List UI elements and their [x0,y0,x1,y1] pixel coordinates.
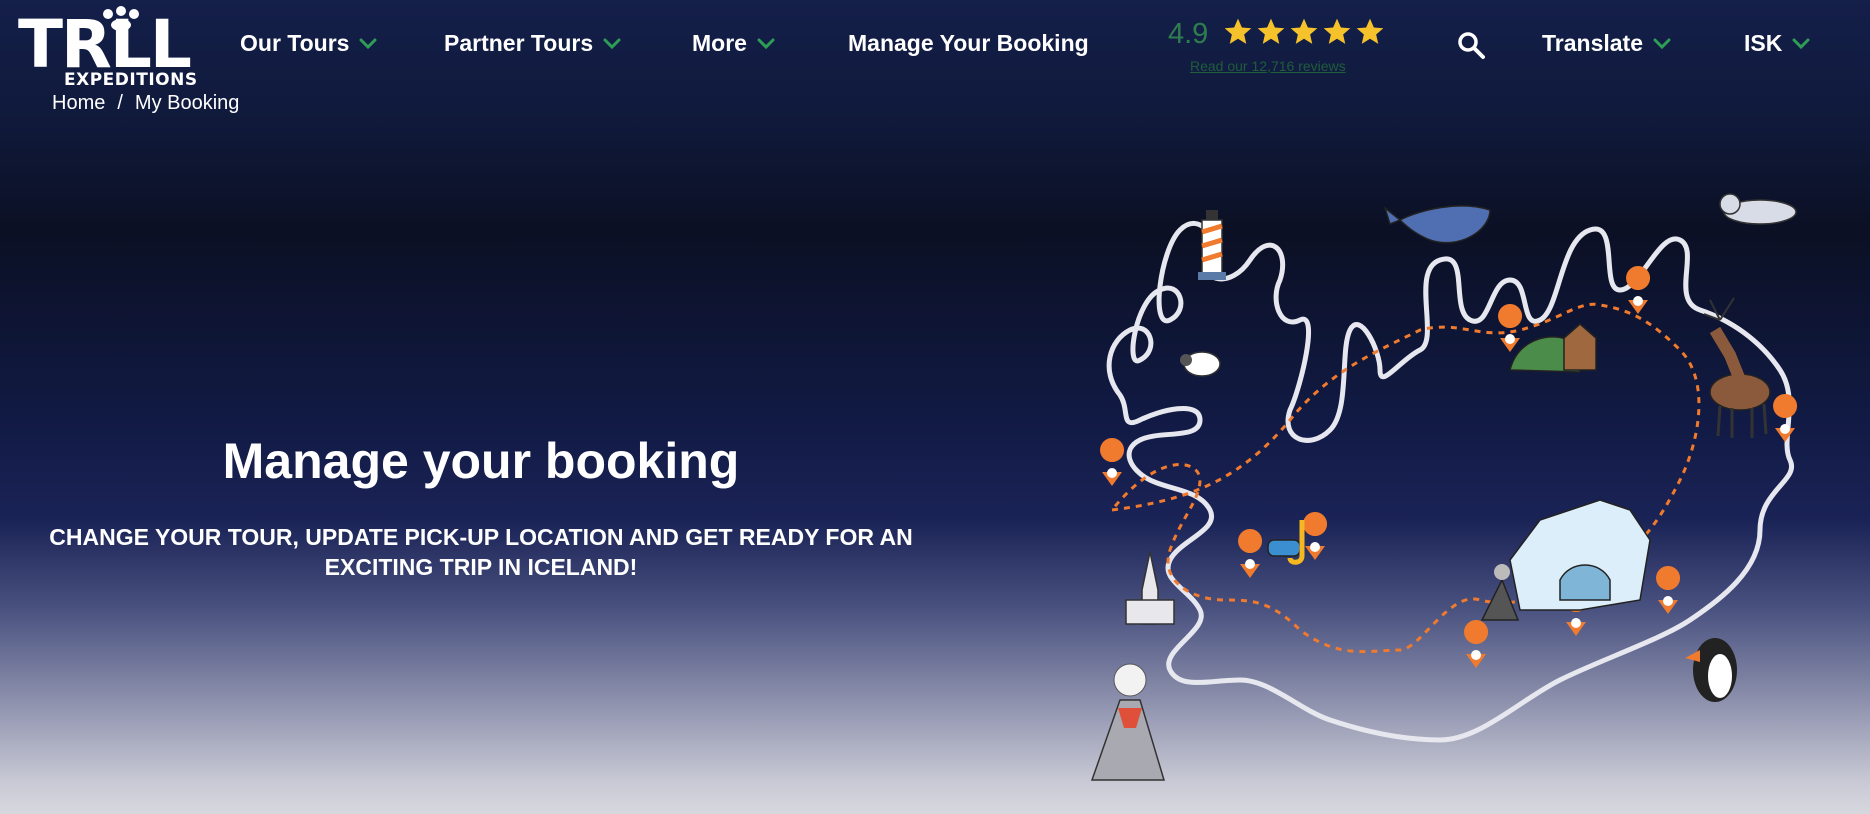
map-pin-icon [1656,566,1681,614]
map-pin-icon [1238,529,1263,578]
map-pin-icon [1626,266,1651,314]
chevron-down-icon [1653,38,1671,49]
star-icon [1323,18,1351,44]
breadcrumb-separator: / [117,92,123,114]
nav-more[interactable]: More [692,30,775,57]
whale-icon [1383,205,1491,244]
map-pin-icon [1303,512,1328,560]
iceland-outline [1106,221,1795,743]
search-icon[interactable] [1456,30,1486,60]
nav-our-tours[interactable]: Our Tours [240,30,377,57]
chevron-down-icon [757,38,775,49]
nav-our-tours-label: Our Tours [240,30,350,56]
chevron-down-icon [359,38,377,49]
map-pin-icon [1498,304,1523,352]
rating-score: 4.9 [1168,18,1209,50]
rating-stars [1222,16,1386,48]
translate-label: Translate [1542,30,1643,56]
page-title: Manage your booking [222,433,740,489]
reindeer-icon [1703,297,1771,438]
map-pin-icon [1773,394,1798,442]
currency-label: ISK [1744,30,1783,56]
star-icon [1257,18,1285,44]
chevron-down-icon [603,38,621,49]
map-pin-icon [1100,438,1125,486]
iceland-route-illustration [1090,193,1798,781]
nav-more-label: More [692,30,747,56]
currency-dropdown[interactable]: ISK [1744,30,1810,57]
breadcrumb-home-link[interactable]: Home [52,92,105,115]
turf-house-icon [1509,323,1597,373]
page-subtitle: CHANGE YOUR TOUR, UPDATE PICK-UP LOCATIO… [48,522,914,582]
translate-dropdown[interactable]: Translate [1542,30,1671,57]
nav-manage-booking[interactable]: Manage Your Booking [848,30,1089,57]
star-icon [1224,18,1252,44]
ice-cave-icon [1509,499,1651,611]
rating-widget: 4.9 Read our 12,716 reviews [1168,14,1384,80]
troll-expeditions-logo[interactable]: TRLL EXPEDITIONS [18,6,224,90]
nav-partner-tours-label: Partner Tours [444,30,594,56]
lighthouse-icon [1198,210,1226,280]
page-subtitle-line-2: EXCITING TRIP IN ICELAND! [324,554,638,580]
paw-icon [103,6,139,31]
logo-subtitle: EXPEDITIONS [64,70,198,90]
puffin-icon [1685,638,1737,702]
chevron-down-icon [1792,38,1810,49]
snorkel-icon [1267,520,1305,565]
seal-icon [1719,193,1797,225]
map-pin-icon [1464,620,1489,668]
nav-partner-tours[interactable]: Partner Tours [444,30,621,57]
star-icon [1290,18,1318,44]
site-header: TRLL EXPEDITIONS Our Tours Partner Tours… [0,0,1870,92]
nav-manage-booking-label: Manage Your Booking [848,30,1089,56]
volcano-icon [1090,663,1166,781]
sheep-icon [1180,351,1221,377]
star-icon [1356,18,1384,44]
breadcrumb: Home / My Booking [52,92,239,115]
reviews-link[interactable]: Read our 12,716 reviews [1190,58,1346,74]
map-pins [1100,266,1798,668]
page-subtitle-line-1: CHANGE YOUR TOUR, UPDATE PICK-UP LOCATIO… [49,524,913,550]
breadcrumb-current: My Booking [134,92,240,114]
